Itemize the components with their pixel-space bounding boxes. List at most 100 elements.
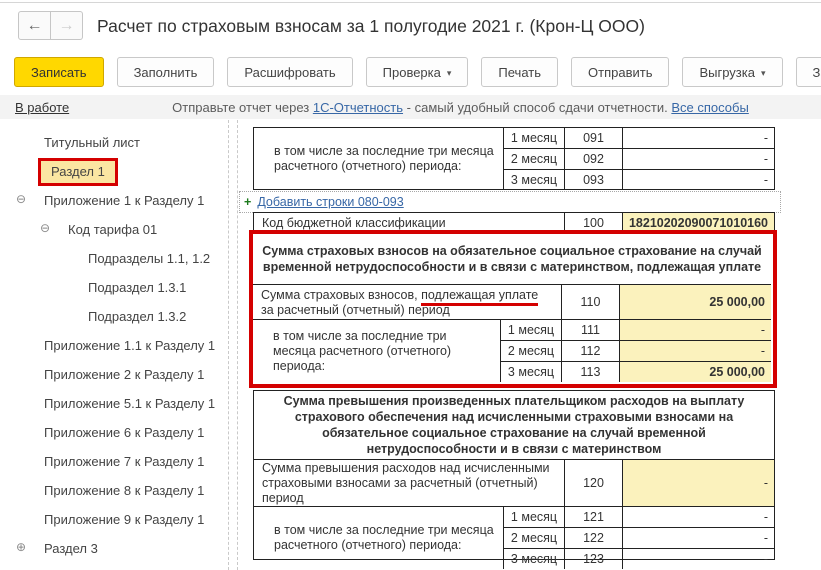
sidebar-item-subsection-132[interactable]: Подраздел 1.3.2 <box>0 302 226 331</box>
sidebar-item-label: Титульный лист <box>44 135 140 150</box>
check-button-label: Проверка <box>383 65 441 80</box>
row120-label: Сумма превышения расходов над исчисленны… <box>254 460 565 506</box>
save-button[interactable]: Записать <box>14 57 104 87</box>
month-label: 3 месяц <box>501 362 562 382</box>
value-field-093[interactable]: - <box>623 170 774 190</box>
content-splitter[interactable] <box>237 120 238 570</box>
page-title: Расчет по страховым взносам за 1 полугод… <box>97 16 645 37</box>
rows-091-093-block: в том числе за последние три месяца расч… <box>253 127 775 190</box>
forward-button[interactable]: → <box>51 11 83 40</box>
line-code: 091 <box>565 128 623 148</box>
sidebar-item-section-1[interactable]: Раздел 1 <box>0 157 226 186</box>
line-code: 120 <box>565 460 623 506</box>
sidebar-item-label: Код тарифа 01 <box>68 222 157 237</box>
decode-button[interactable]: Расшифровать <box>227 57 352 87</box>
selected-item-annotation: Раздел 1 <box>38 158 118 186</box>
sidebar-item-appendix-1-1[interactable]: Приложение 1.1 к Разделу 1 <box>0 331 226 360</box>
sidebar-item-appendix-8[interactable]: Приложение 8 к Разделу 1 <box>0 476 226 505</box>
sidebar-item-label: Подраздел 1.3.1 <box>88 280 186 295</box>
sidebar-item-label: Приложение 7 к Разделу 1 <box>44 454 204 469</box>
sidebar-item-label: Подразделы 1.1, 1.2 <box>88 251 210 266</box>
load-button[interactable]: Загрузить <box>796 57 821 87</box>
report-state-link[interactable]: В работе <box>15 100 69 115</box>
sidebar-item-appendix-6[interactable]: Приложение 6 к Разделу 1 <box>0 418 226 447</box>
row110-label: Сумма страховых взносов, подлежащая упла… <box>253 285 562 319</box>
months-group-label: в том числе за последние три месяца расч… <box>253 320 501 382</box>
month-label: 3 месяц <box>504 549 565 569</box>
table-row: 1 месяц 121 - <box>504 507 774 528</box>
table-row: 1 месяц 111 - <box>501 320 771 341</box>
forward-arrow-icon: → <box>59 17 75 35</box>
sidebar-item-subsection-131[interactable]: Подраздел 1.3.1 <box>0 273 226 302</box>
sidebar-item-appendix-2[interactable]: Приложение 2 к Разделу 1 <box>0 360 226 389</box>
value-field-123[interactable]: - <box>623 549 774 569</box>
month-label: 2 месяц <box>501 341 562 361</box>
months-group-label: в том числе за последние три месяца расч… <box>254 507 504 569</box>
history-nav: ← → <box>18 11 83 40</box>
line-code: 113 <box>562 362 620 382</box>
check-dropdown-button[interactable]: Проверка ▾ <box>366 57 469 87</box>
line-code: 122 <box>565 528 623 548</box>
value-field-120[interactable]: - <box>623 460 774 506</box>
collapse-icon[interactable]: ⊖ <box>40 221 50 235</box>
value-field-122[interactable]: - <box>623 528 774 548</box>
line-code: 092 <box>565 149 623 169</box>
sidebar-item-section-3[interactable]: ⊕ Раздел 3 <box>0 534 226 563</box>
table-row: 2 месяц 122 - <box>504 528 774 549</box>
table-row: 3 месяц 093 - <box>504 170 774 190</box>
sidebar-item-appendix-5-1[interactable]: Приложение 5.1 к Разделу 1 <box>0 389 226 418</box>
table-row: 3 месяц 113 25 000,00 <box>501 362 771 382</box>
sidebar-splitter[interactable] <box>228 120 229 570</box>
annotation-red-box: Сумма страховых взносов на обязательное … <box>249 230 777 388</box>
value-field-113[interactable]: 25 000,00 <box>620 362 771 382</box>
row110-label-part2: за расчетный (отчетный) период <box>261 303 450 317</box>
print-button-label: Печать <box>498 65 541 80</box>
value-field-111[interactable]: - <box>620 320 771 340</box>
sidebar-item-label: Приложение 8 к Разделу 1 <box>44 483 204 498</box>
fill-button[interactable]: Заполнить <box>117 57 215 87</box>
add-rows-link[interactable]: Добавить строки 080-093 <box>257 195 403 209</box>
table-row: 1 месяц 091 - <box>504 128 774 149</box>
sidebar-item-appendix-1[interactable]: ⊖ Приложение 1 к Разделу 1 <box>0 186 226 215</box>
send-button[interactable]: Отправить <box>571 57 669 87</box>
sidebar-item-appendix-9[interactable]: Приложение 9 к Разделу 1 <box>0 505 226 534</box>
sidebar-item-label: Приложение 1 к Разделу 1 <box>44 193 204 208</box>
print-button[interactable]: Печать <box>481 57 558 87</box>
value-field-112[interactable]: - <box>620 341 771 361</box>
line-code: 111 <box>562 320 620 340</box>
sidebar-item-tariff-code-01[interactable]: ⊖ Код тарифа 01 <box>0 215 226 244</box>
report-window: ← → Расчет по страховым взносам за 1 пол… <box>0 0 821 570</box>
export-dropdown-button[interactable]: Выгрузка ▾ <box>682 57 782 87</box>
line-code: 121 <box>565 507 623 527</box>
status-message: Отправьте отчет через 1С-Отчетность - са… <box>172 100 749 115</box>
section2-block: Сумма превышения произведенных плательщи… <box>253 390 775 560</box>
toolbar: Записать Заполнить Расшифровать Проверка… <box>14 57 821 87</box>
table-row: 2 месяц 092 - <box>504 149 774 170</box>
months-group-label: в том числе за последние три месяца расч… <box>254 128 504 190</box>
section1-header: Сумма страховых взносов на обязательное … <box>253 234 771 285</box>
value-field-092[interactable]: - <box>623 149 774 169</box>
sidebar-item-appendix-7[interactable]: Приложение 7 к Разделу 1 <box>0 447 226 476</box>
add-rows-command: + Добавить строки 080-093 <box>239 191 781 213</box>
sidebar-item-title-page[interactable]: Титульный лист <box>0 128 226 157</box>
sidebar-item-subsections-11-12[interactable]: Подразделы 1.1, 1.2 <box>0 244 226 273</box>
sidebar-item-label: Подраздел 1.3.2 <box>88 309 186 324</box>
sidebar-item-label: Раздел 1 <box>51 164 105 179</box>
all-ways-link[interactable]: Все способы <box>671 100 748 115</box>
value-field-121[interactable]: - <box>623 507 774 527</box>
value-field-110[interactable]: 25 000,00 <box>620 285 771 319</box>
expand-icon[interactable]: ⊕ <box>16 540 26 554</box>
back-button[interactable]: ← <box>18 11 51 40</box>
sidebar-item-label: Приложение 9 к Разделу 1 <box>44 512 204 527</box>
value-field-091[interactable]: - <box>623 128 774 148</box>
sidebar-item-label: Раздел 3 <box>44 541 98 556</box>
section2-header: Сумма превышения произведенных плательщи… <box>254 391 774 460</box>
collapse-icon[interactable]: ⊖ <box>16 192 26 206</box>
month-label: 2 месяц <box>504 528 565 548</box>
report-service-link[interactable]: 1С-Отчетность <box>313 100 403 115</box>
add-plus-icon: + <box>244 195 251 209</box>
table-row: 3 месяц 123 - <box>504 549 774 569</box>
sections-sidebar: Титульный лист Раздел 1 ⊖ Приложение 1 к… <box>0 128 226 563</box>
status-message-middle: - самый удобный способ сдачи отчетности. <box>403 100 671 115</box>
month-label: 1 месяц <box>504 128 565 148</box>
